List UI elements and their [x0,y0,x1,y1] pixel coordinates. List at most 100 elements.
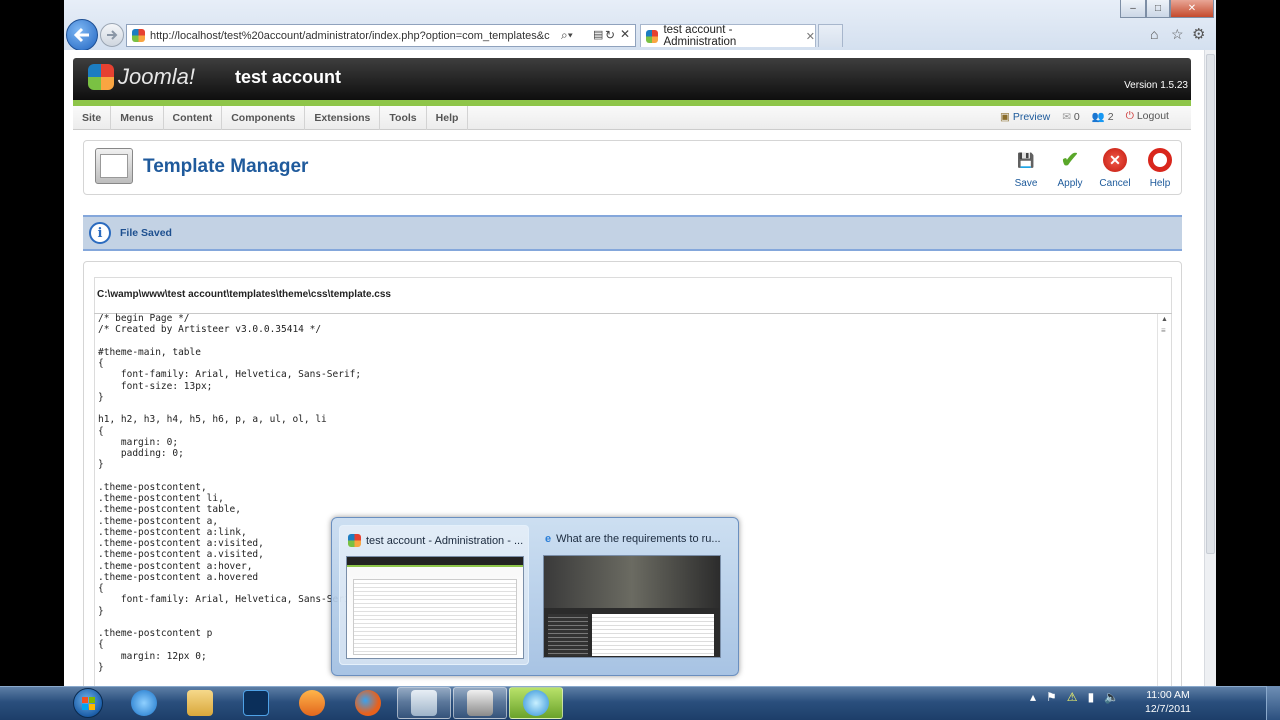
site-name: test account [235,67,342,87]
video-icon [467,690,493,716]
taskbar-app-7[interactable] [453,687,507,719]
scroll-thumb-icon[interactable]: ≡ [1161,326,1166,335]
cancel-button[interactable]: ✕ Cancel [1095,148,1135,189]
menu-extensions[interactable]: Extensions [305,105,381,130]
back-arrow-icon [73,27,89,43]
help-button[interactable]: Help [1140,148,1180,189]
address-bar[interactable]: http://localhost/test%20account/administ… [126,24,636,47]
users-count[interactable]: 👥 2 [1092,110,1114,123]
search-icon[interactable]: ⌕▾ [561,28,573,43]
joomla-logo-icon [88,64,114,90]
save-icon: 💾 [1017,151,1035,168]
taskbar-media-player[interactable] [285,687,339,719]
cancel-label: Cancel [1099,178,1131,189]
favorites-star-icon[interactable]: ☆ [1171,26,1184,43]
thumb-preview-forum [543,555,721,658]
tab-favicon-icon [646,29,659,43]
message-text: File Saved [120,227,172,239]
save-button[interactable]: 💾 Save [1006,148,1046,190]
ie-taskbar-icon [131,690,157,716]
users-icon: 👥 [1091,111,1108,123]
volume-icon[interactable]: 🔈 [1104,690,1119,704]
messages-count-value: 0 [1073,110,1080,123]
textarea-scrollbar[interactable]: ▲ ≡ [1157,314,1171,694]
preview-link[interactable]: ▣ Preview [1000,111,1050,123]
refresh-icon[interactable]: ↻ [605,28,615,42]
page-title: Template Manager [143,156,309,177]
taskbar-app-6[interactable] [397,687,451,719]
users-count-value: 2 [1107,111,1114,123]
start-button[interactable] [70,686,106,720]
minimize-button[interactable]: – [1120,0,1146,18]
tools-gear-icon[interactable]: ⚙ [1192,25,1205,43]
new-tab-button[interactable] [818,24,843,47]
save-label: Save [1014,178,1038,189]
menu-tools[interactable]: Tools [380,105,427,130]
preview-label: Preview [1012,110,1051,123]
tab-test-account[interactable]: test account - Administration ✕ [640,24,816,48]
clock-time: 11:00 AM [1146,689,1190,701]
help-icon [1148,148,1172,172]
thumb-preview-joomla [346,556,524,659]
taskbar-ie[interactable] [117,687,171,719]
thumb-title: What are the requirements to ru... [556,533,721,545]
notepad-icon [411,690,437,716]
action-center-icon[interactable]: ⚑ [1046,690,1057,704]
clock-date: 12/7/2011 [1145,703,1191,715]
firefox-icon [355,690,381,716]
menu-components[interactable]: Components [222,105,306,130]
back-button[interactable] [66,19,98,51]
messages-count[interactable]: ✉ 0 [1062,111,1080,123]
forward-button[interactable] [100,23,124,47]
file-path: C:\wamp\www\test account\templates\theme… [97,289,391,300]
show-desktop-button[interactable] [1266,686,1280,720]
scroll-up-arrow-icon[interactable]: ▲ [1161,316,1168,323]
apply-label: Apply [1057,178,1083,189]
tab-title: test account - Administration [663,24,737,48]
folder-icon [187,690,213,716]
maximize-button[interactable]: □ [1146,0,1170,18]
compat-view-icon[interactable]: ▤ [593,28,603,41]
site-favicon-icon [132,29,145,42]
version-label: Version 1.5.23 [1124,80,1188,91]
thumb-title: test account - Administration - ... [366,534,524,547]
forward-arrow-icon [107,30,118,40]
logout-link[interactable]: ⏻ Logout [1126,110,1169,123]
thumbnail-joomla-admin[interactable]: test account - Administration - ... [339,525,529,665]
home-icon[interactable]: ⌂ [1150,26,1158,42]
menu-menus[interactable]: Menus [111,105,164,130]
media-player-icon [299,690,325,716]
system-tray: ▴ ⚑ ⚠ ▮ 🔈 [1030,690,1119,704]
info-icon: i [89,222,111,244]
thumbnail-requirements-page[interactable]: e What are the requirements to ru... [537,525,727,665]
network-warning-icon[interactable]: ⚠ [1067,690,1078,704]
apply-button[interactable]: ✔ Apply [1050,147,1090,189]
help-label: Help [1149,178,1171,189]
apply-icon: ✔ [1060,147,1080,172]
menu-content[interactable]: Content [164,105,223,130]
tab-close-icon[interactable]: ✕ [806,30,815,43]
preview-icon: ▣ [1000,110,1013,123]
address-url[interactable]: http://localhost/test%20account/administ… [150,30,554,42]
taskbar-photoshop[interactable] [229,687,283,719]
windows-logo-icon [73,688,103,718]
ie-icon: e [545,533,552,545]
messages-icon: ✉ [1062,110,1074,123]
joomla-logo-text: Joomla! [118,64,196,89]
status-links: ▣ Preview ✉ 0 👥 2 ⏻ Logout [1000,110,1169,123]
menu-site[interactable]: Site [73,105,112,130]
close-window-button[interactable]: ✕ [1170,0,1214,18]
taskbar-clock[interactable]: 11:00 AM 12/7/2011 [1138,688,1198,716]
signal-icon[interactable]: ▮ [1088,690,1095,704]
taskbar-ie-active[interactable] [509,687,563,719]
stop-icon[interactable]: ✕ [620,27,630,41]
taskbar-explorer[interactable] [173,687,227,719]
cancel-icon: ✕ [1103,148,1127,172]
thumb-favicon-icon [348,534,361,547]
menu-help[interactable]: Help [427,105,469,130]
page-scrollbar[interactable] [1204,50,1216,686]
taskbar-firefox[interactable] [341,687,395,719]
system-message: i File Saved [83,215,1182,251]
joomla-logo: Joomla! [88,64,195,90]
tray-expand-icon[interactable]: ▴ [1030,690,1036,704]
